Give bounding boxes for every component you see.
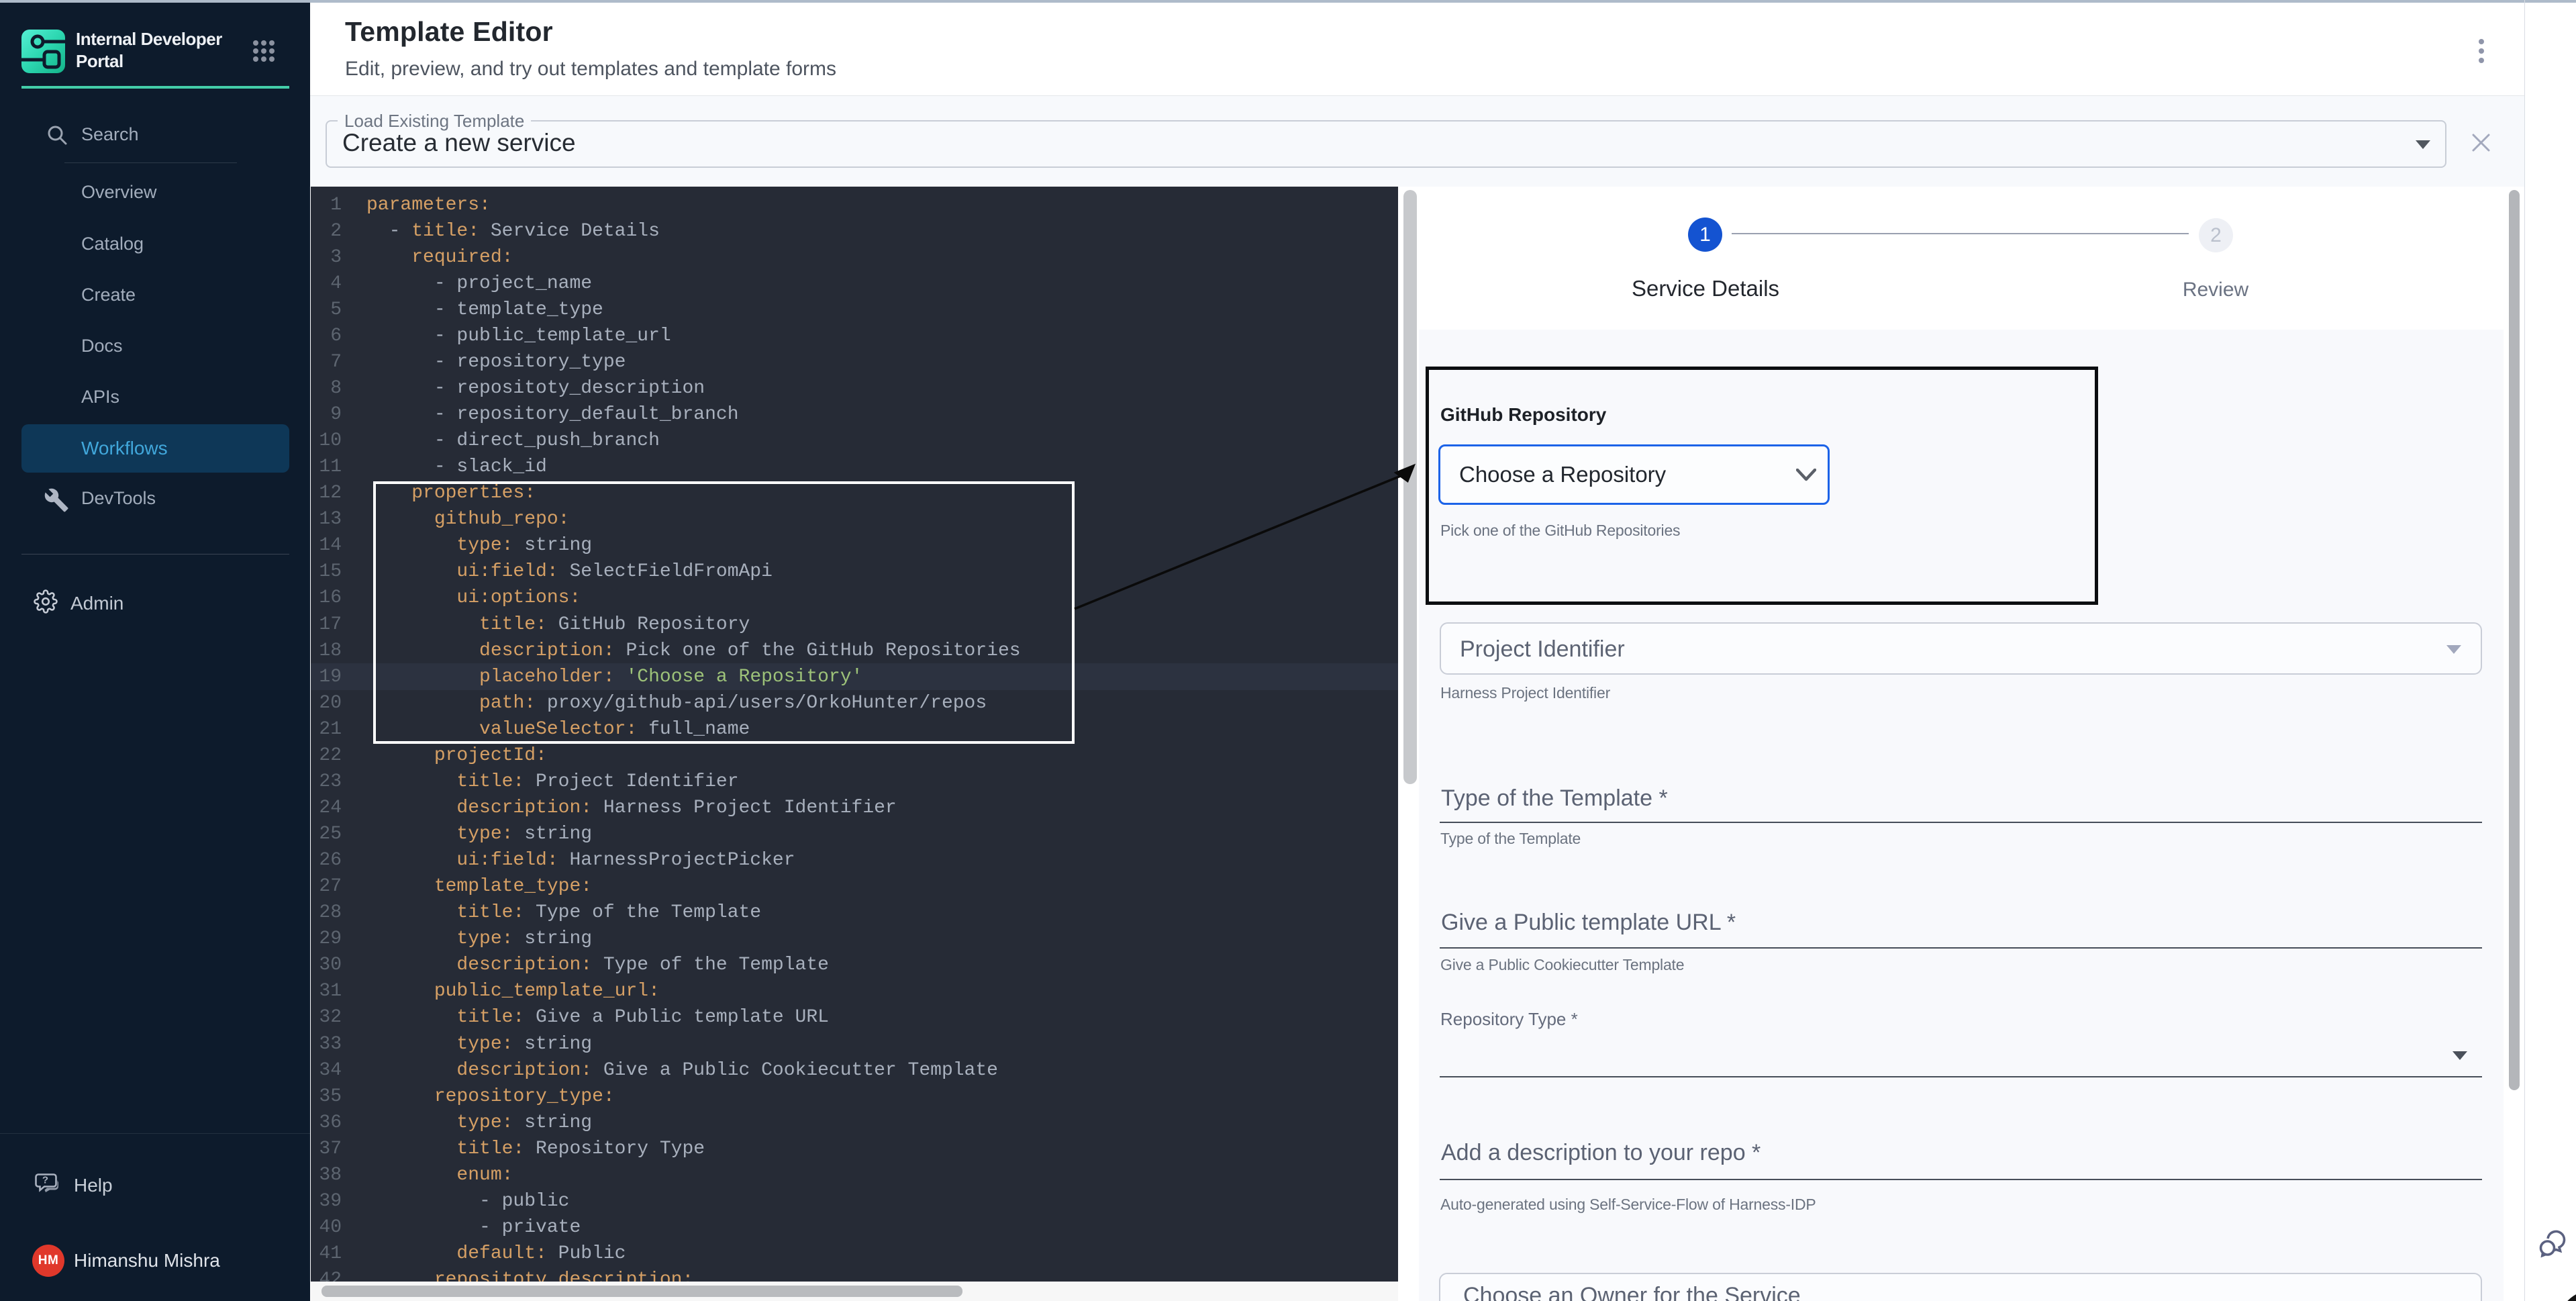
svg-text:?: ? bbox=[42, 1175, 48, 1186]
